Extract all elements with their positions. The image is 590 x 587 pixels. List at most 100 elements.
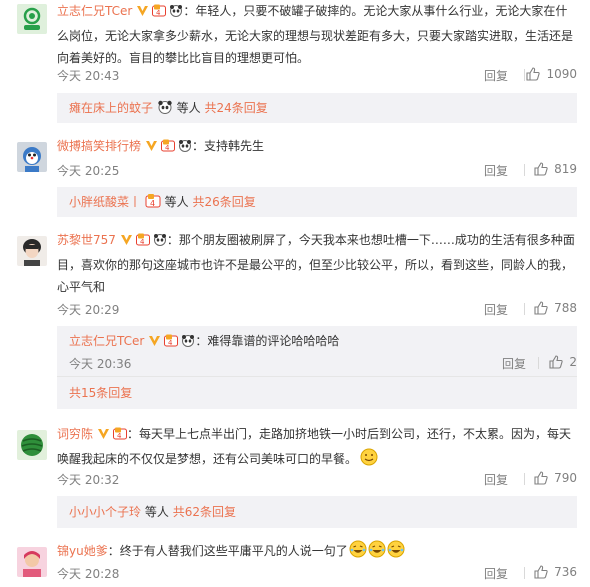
laugh-emoji-icon [349, 540, 367, 558]
reply-summary[interactable]: 瘫在床上的蚊子 等人 共24条回复 [57, 93, 577, 123]
vip-badge-icon: 4 [113, 425, 128, 448]
username-link[interactable]: 立志仁兄TCer [69, 334, 144, 348]
like-button[interactable]: 1090 [526, 67, 577, 84]
laugh-emoji-icon [387, 540, 405, 558]
username-link[interactable]: 锦yu她爹 [57, 544, 108, 558]
comment-item: 锦yu她爹：终于有人替我们这些平庸平凡的人说一句了 今天 20:28 回复 73… [0, 540, 590, 587]
nested-reply: 立志仁兄TCer 4 ：难得靠谱的评论哈哈哈哈 今天 20:36 回复 2 共15条… [57, 326, 577, 409]
sub-etc-text: 等人 [176, 101, 201, 115]
thumbs-up-icon [534, 471, 548, 488]
like-count: 790 [554, 471, 577, 485]
avatar[interactable] [17, 4, 47, 34]
sub-etc-text: 等人 [164, 195, 189, 209]
reply-button[interactable]: 回复 [484, 162, 508, 179]
like-count: 788 [554, 301, 577, 315]
timestamp: 今天 20:43 [57, 69, 120, 83]
reply-count-link[interactable]: 共62条回复 [173, 505, 236, 519]
comment-text: 么岗位，无论大家拿多少薪水，无论大家的理想与现状差距有多大，只要大家踏实进取，生… [57, 28, 574, 43]
comment-item: 苏黎世757 4 ：那个朋友圈被刷屏了，今天我本来也想吐槽一下……成功的生活有很多种… [0, 229, 590, 409]
v-verified-icon [136, 2, 149, 16]
panda-badge-icon [178, 137, 192, 160]
reply-button[interactable]: 回复 [484, 301, 508, 318]
reply-button[interactable]: 回复 [484, 565, 508, 582]
v-verified-icon [145, 137, 158, 151]
reply-count-link[interactable]: 共26条回复 [193, 195, 256, 209]
username-link[interactable]: 苏黎世757 [57, 233, 116, 247]
comment-text: 微搏搞笑排行榜 4 ：支持韩先生 [57, 135, 577, 160]
comment-meta: 今天 20:25 回复 819 [57, 162, 577, 178]
thumbs-up-icon [534, 301, 548, 318]
avatar[interactable] [17, 430, 47, 460]
panda-icon [157, 96, 173, 114]
reply-summary[interactable]: 小小小个子玲 等人 共62条回复 [57, 496, 577, 528]
comment-text: 立志仁兄TCer 4 ：年轻人，只要不破罐子破摔的。无论大家从事什么行业，无论大家在… [57, 0, 577, 25]
svg-text:4: 4 [150, 199, 155, 208]
timestamp: 今天 20:36 [69, 357, 132, 371]
thumbs-up-icon [526, 67, 541, 84]
svg-text:4: 4 [165, 144, 170, 152]
thumbs-up-icon [534, 565, 548, 582]
reply-button[interactable]: 回复 [484, 67, 508, 84]
like-button[interactable]: 2 [549, 355, 577, 372]
comment-text: 唤醒我起床的不仅仅是梦想，还有公司美味可口的早餐。 [57, 448, 577, 471]
svg-text:4: 4 [168, 339, 173, 347]
reply-button[interactable]: 回复 [502, 355, 526, 372]
comment-text: 锦yu她爹：终于有人替我们这些平庸平凡的人说一句了 [57, 540, 577, 563]
panda-badge-icon [181, 332, 195, 354]
like-button[interactable]: 790 [534, 471, 577, 488]
vip-badge-icon: 4 [135, 231, 150, 254]
svg-text:4: 4 [140, 238, 145, 246]
like-count: 2 [569, 355, 577, 369]
comment-text: 苏黎世757 4 ：那个朋友圈被刷屏了，今天我本来也想吐槽一下……成功的生活有很多种… [57, 229, 577, 254]
divider [524, 473, 525, 485]
nested-reply-text: 立志仁兄TCer 4 ：难得靠谱的评论哈哈哈哈 [69, 330, 339, 354]
sub-etc-text: 等人 [144, 505, 169, 519]
v-verified-icon [97, 425, 110, 439]
reply-summary[interactable]: 小胖纸酸菜丨 4 等人 共26条回复 [57, 187, 577, 217]
laugh-emoji-icon [368, 540, 386, 558]
divider [57, 376, 577, 377]
timestamp: 今天 20:32 [57, 473, 120, 487]
avatar[interactable] [17, 236, 47, 266]
like-button[interactable]: 788 [534, 301, 577, 318]
reply-count-link[interactable]: 共24条回复 [205, 101, 268, 115]
divider [524, 567, 525, 579]
like-button[interactable]: 736 [534, 565, 577, 582]
vip-badge-icon: 4 [145, 190, 161, 208]
vip-badge-icon: 4 [164, 332, 179, 354]
panda-badge-icon [169, 2, 183, 25]
thumbs-up-icon [534, 162, 548, 179]
reply-button[interactable]: 回复 [484, 471, 508, 488]
svg-text:4: 4 [156, 9, 161, 17]
timestamp: 今天 20:28 [57, 567, 120, 581]
avatar[interactable] [17, 142, 47, 172]
like-button[interactable]: 819 [534, 162, 577, 179]
v-verified-icon [148, 332, 161, 346]
divider [538, 357, 539, 369]
reply-count-link[interactable]: 共15条回复 [69, 386, 132, 400]
nested-reply-meta: 今天 20:36 回复 2 [69, 355, 577, 371]
comment-item: 微搏搞笑排行榜 4 ：支持韩先生 今天 20:25 回复 819 小胖纸酸菜丨 4 … [0, 135, 590, 220]
sub-username-link[interactable]: 小胖纸酸菜丨 [69, 195, 141, 209]
smile-emoji-icon [360, 448, 378, 466]
divider [524, 164, 525, 176]
comment-item: 立志仁兄TCer 4 ：年轻人，只要不破罐子破摔的。无论大家从事什么行业，无论大家在… [0, 0, 590, 125]
sub-username-link[interactable]: 瘫在床上的蚊子 [69, 101, 153, 115]
like-count: 819 [554, 162, 577, 176]
username-link[interactable]: 词穷陈 [57, 427, 93, 441]
timestamp: 今天 20:25 [57, 164, 120, 178]
comment-meta: 今天 20:43 回复 1090 [57, 67, 577, 83]
thumbs-up-icon [549, 355, 564, 372]
like-count: 736 [554, 565, 577, 579]
comment-meta: 今天 20:28 回复 736 [57, 565, 577, 581]
vip-badge-icon: 4 [152, 2, 167, 25]
comment-text: 目，喜欢你的那句这座城市也许不是最公平的，但至少比较公平，所以，看到这些，同龄人… [57, 257, 574, 272]
comment-text: 词穷陈 4 ：每天早上七点半出门，走路加挤地铁一小时后到公司，还行，不太累。因为，每… [57, 423, 577, 448]
svg-text:4: 4 [117, 432, 122, 440]
avatar[interactable] [17, 547, 47, 577]
comment-meta: 今天 20:32 回复 790 [57, 471, 577, 487]
username-link[interactable]: 立志仁兄TCer [57, 4, 132, 18]
sub-username-link[interactable]: 小小小个子玲 [69, 505, 141, 519]
comment-meta: 今天 20:29 回复 788 [57, 301, 577, 317]
username-link[interactable]: 微搏搞笑排行榜 [57, 139, 141, 153]
